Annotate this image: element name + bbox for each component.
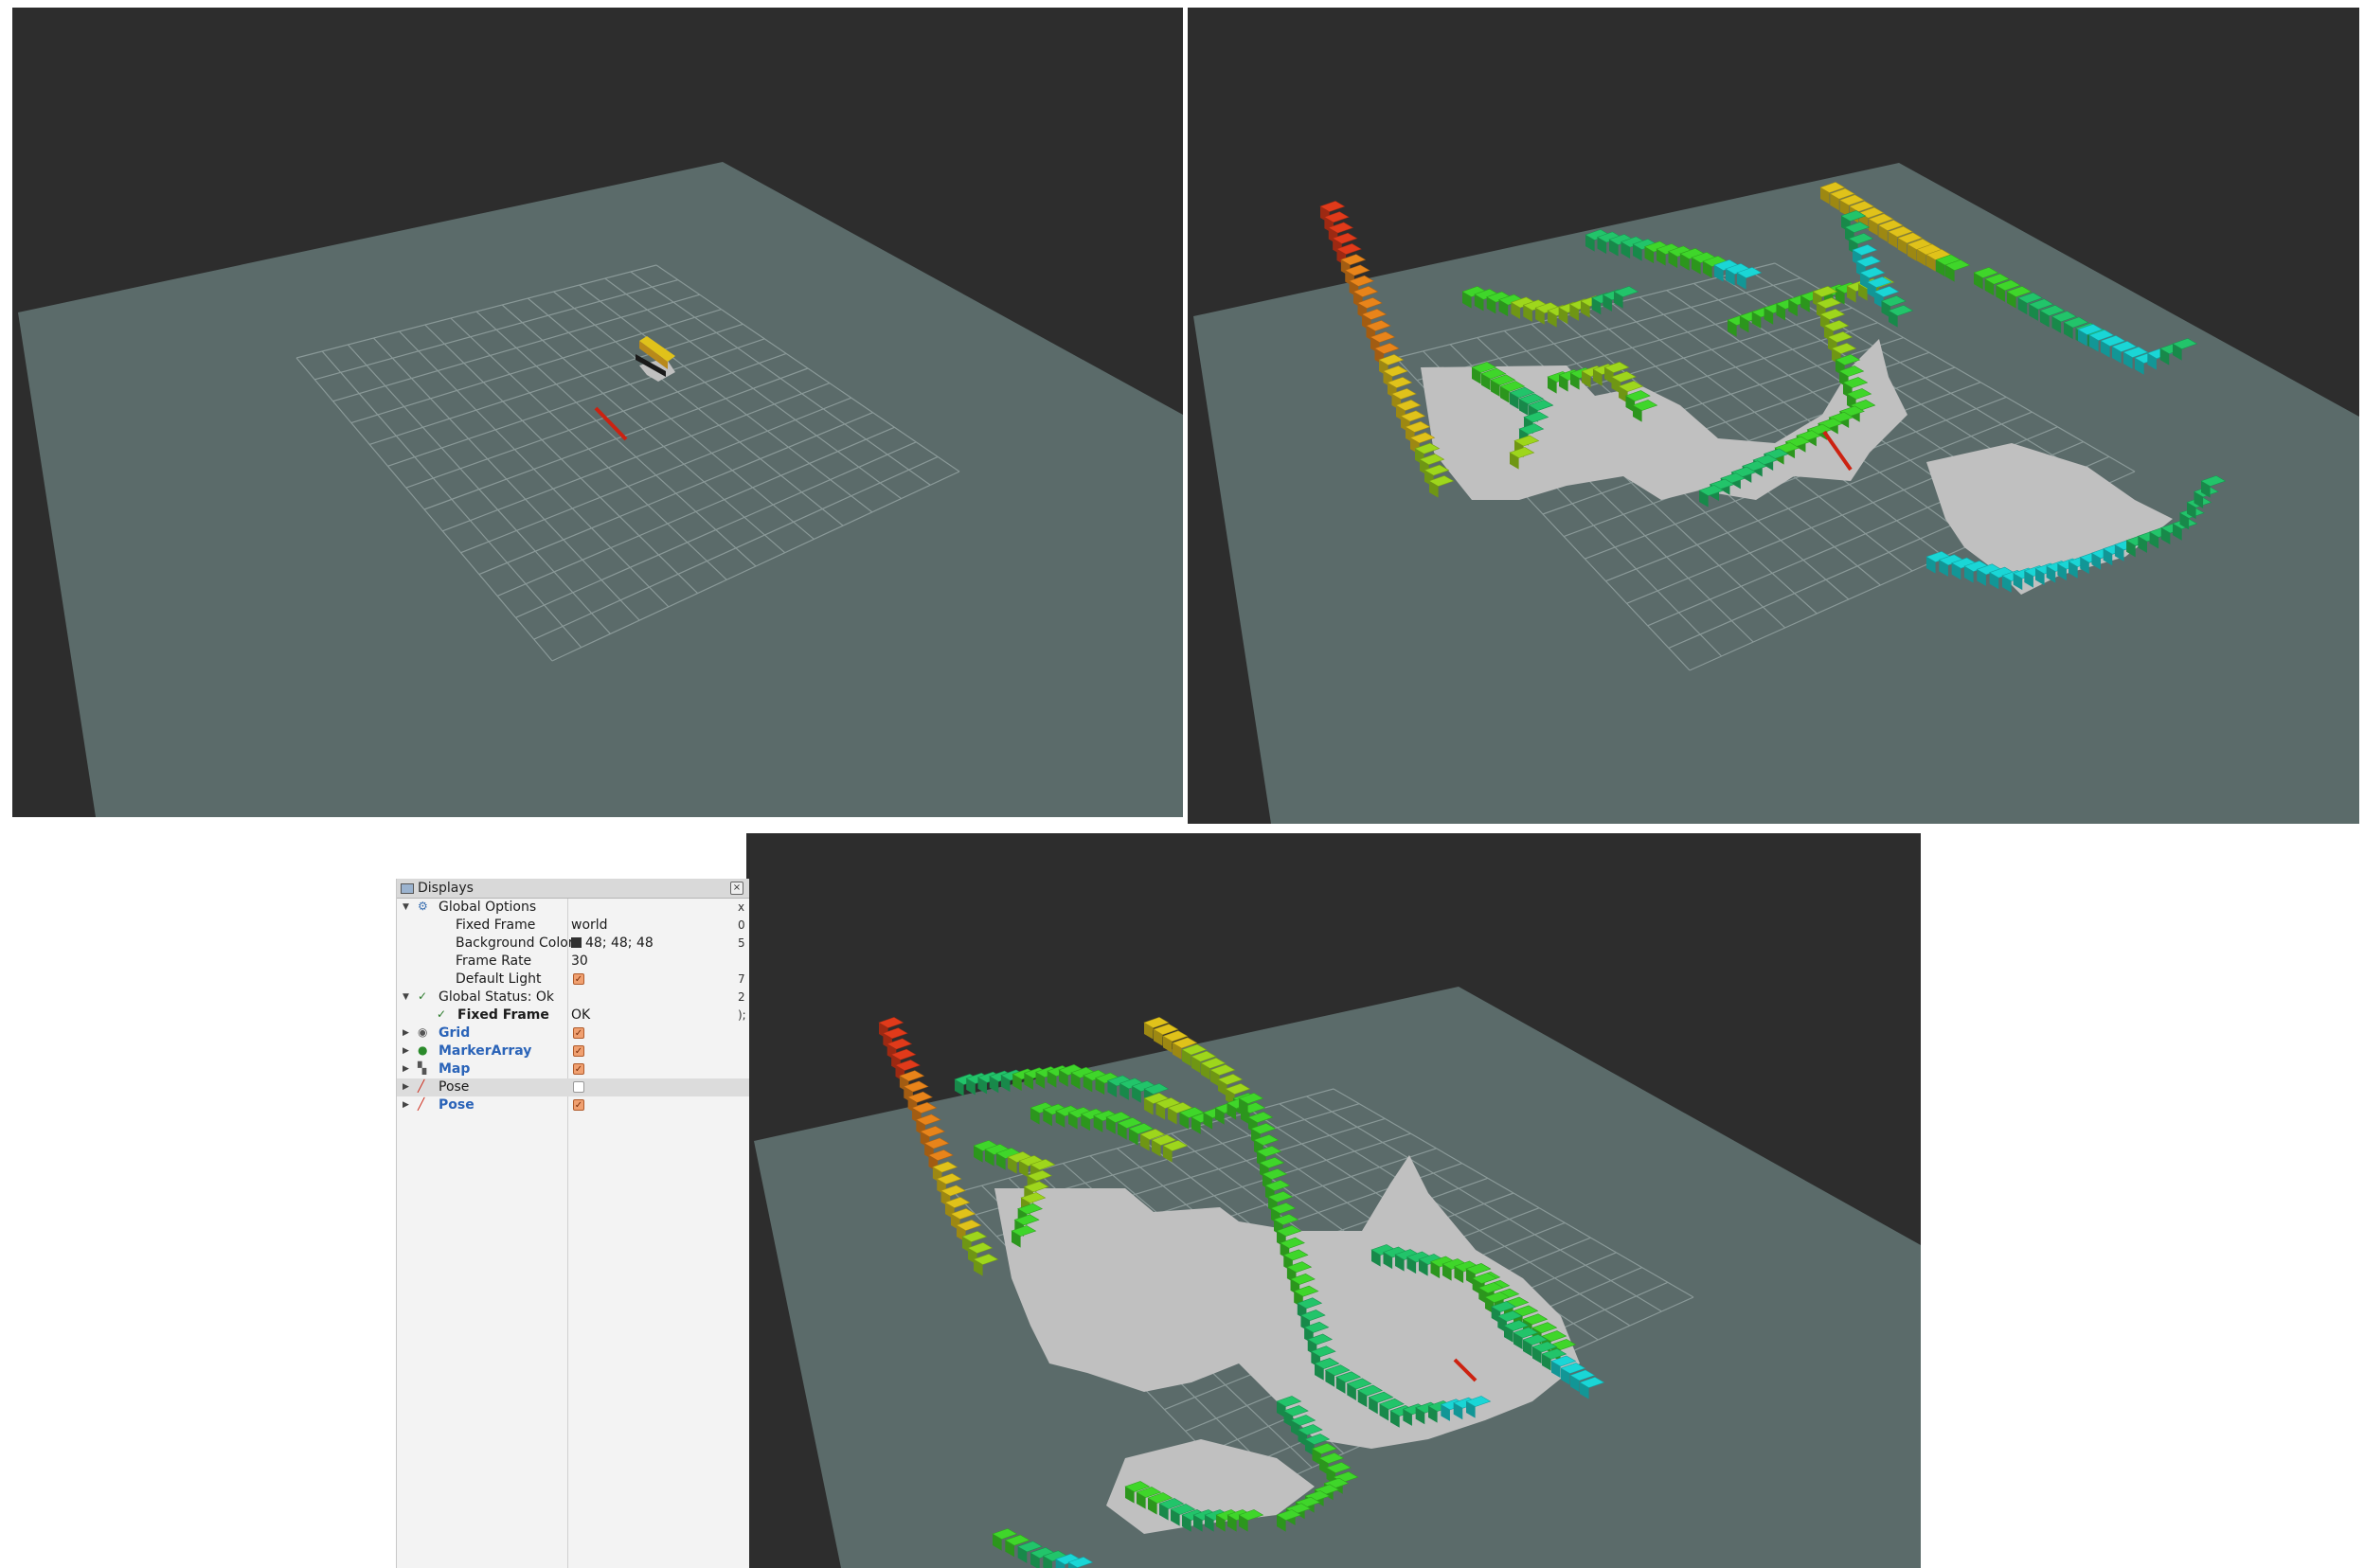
- ground-plane: [1193, 163, 2359, 824]
- tree-row-label: MarkerArray: [439, 1043, 532, 1059]
- displays-panel: Displays × ▼ ⚙ Global Options Fixed Frame wo…: [396, 879, 749, 1568]
- tree-row-label: Grid: [439, 1025, 471, 1041]
- tree-row-marker-array[interactable]: ▶ ● MarkerArray ✓: [397, 1042, 749, 1060]
- enable-checkbox[interactable]: ✓: [573, 1099, 584, 1111]
- rviz-3d-view-initial[interactable]: [12, 8, 1183, 817]
- pose-arrow-icon: ╱: [418, 1097, 425, 1111]
- monitor-icon: [401, 882, 414, 894]
- enable-checkbox[interactable]: ✓: [573, 1045, 584, 1057]
- tree-row-label: Frame Rate: [456, 953, 532, 969]
- tree-row-label: Default Light: [456, 971, 542, 987]
- displays-titlebar: Displays ×: [397, 879, 749, 899]
- tree-row-global-status[interactable]: ▼ ✓ Global Status: Ok: [397, 989, 749, 1007]
- tree-row-label: Pose: [439, 1097, 475, 1113]
- scene-svg: [1193, 163, 2359, 824]
- clipped-char: );: [738, 1008, 746, 1022]
- expand-arrow-icon[interactable]: ▶: [403, 1096, 409, 1114]
- map-icon: ▚: [418, 1061, 427, 1075]
- clipped-char: 2: [738, 990, 745, 1004]
- tree-row-value-cell: 30: [571, 953, 588, 971]
- tree-row-label: Map: [439, 1061, 471, 1077]
- tree-row-value-cell: OK: [571, 1007, 590, 1025]
- marker-array-icon: ●: [418, 1043, 428, 1057]
- enable-checkbox[interactable]: ✓: [573, 973, 584, 985]
- displays-tree: ▼ ⚙ Global Options Fixed Frame world Backgrou…: [397, 899, 749, 1114]
- rviz-3d-view-partial-map[interactable]: [1188, 8, 2359, 824]
- tree-row-value[interactable]: 30: [571, 953, 588, 969]
- collapse-arrow-icon[interactable]: ▼: [403, 899, 409, 917]
- tree-row-label: Global Options: [439, 900, 537, 915]
- tree-row-label: Fixed Frame: [457, 1007, 549, 1023]
- clipped-char: 0: [738, 918, 745, 932]
- expand-arrow-icon[interactable]: ▶: [403, 1060, 409, 1078]
- clipped-adjacent-panel: x 0 5 7 2);: [738, 899, 749, 1025]
- rviz-3d-view-full-map[interactable]: [746, 833, 1921, 1568]
- enable-checkbox[interactable]: ✓: [573, 1027, 584, 1039]
- tree-row-grid[interactable]: ▶ ◉ Grid ✓: [397, 1025, 749, 1042]
- checkmark-icon: ✓: [418, 989, 428, 1003]
- scene-svg: [754, 987, 1921, 1568]
- tree-row-label: Fixed Frame: [456, 918, 536, 933]
- tree-row-value-cell: world: [571, 917, 608, 935]
- tree-row-label: Pose: [439, 1079, 470, 1095]
- gear-icon: ⚙: [418, 900, 428, 913]
- collapse-arrow-icon[interactable]: ▼: [403, 989, 409, 1007]
- tree-row-value-cell: 48; 48; 48: [571, 935, 654, 953]
- enable-checkbox[interactable]: ✓: [573, 1063, 584, 1075]
- tree-row-default-light[interactable]: Default Light ✓: [397, 971, 749, 989]
- tree-row-value[interactable]: 48; 48; 48: [585, 935, 654, 951]
- tree-row-pose[interactable]: ▶ ╱ Pose ✓: [397, 1096, 749, 1114]
- clipped-char: x: [738, 900, 745, 914]
- ground-plane: [18, 162, 1183, 817]
- tree-row-fixed-frame-status[interactable]: ✓ Fixed Frame OK: [397, 1007, 749, 1025]
- tree-row-map[interactable]: ▶ ▚ Map ✓: [397, 1060, 749, 1078]
- tree-row-background-color[interactable]: Background Color 48; 48; 48: [397, 935, 749, 953]
- tree-row-pose-disabled[interactable]: ▶ ╱ Pose: [397, 1078, 749, 1096]
- tree-row-label: Background Color: [456, 935, 574, 951]
- enable-checkbox[interactable]: [573, 1081, 584, 1093]
- color-swatch[interactable]: [571, 937, 582, 948]
- displays-title: Displays: [418, 881, 474, 896]
- expand-arrow-icon[interactable]: ▶: [403, 1025, 409, 1042]
- checkmark-icon: ✓: [437, 1007, 447, 1021]
- tree-row-fixed-frame[interactable]: Fixed Frame world: [397, 917, 749, 935]
- expand-arrow-icon[interactable]: ▶: [403, 1078, 409, 1096]
- clipped-char: 7: [738, 972, 745, 986]
- grid-icon: ◉: [418, 1025, 428, 1039]
- tree-row-label: Global Status: Ok: [439, 989, 555, 1005]
- scene-svg: [18, 162, 1183, 817]
- expand-arrow-icon[interactable]: ▶: [403, 1042, 409, 1060]
- tree-row-frame-rate[interactable]: Frame Rate 30: [397, 953, 749, 971]
- clipped-char: 5: [738, 936, 745, 950]
- tree-row-value[interactable]: world: [571, 918, 608, 933]
- pose-arrow-icon: ╱: [418, 1079, 425, 1093]
- tree-row-global-options[interactable]: ▼ ⚙ Global Options: [397, 899, 749, 917]
- tree-row-value: OK: [571, 1007, 591, 1023]
- clipped-char: [738, 953, 749, 971]
- close-button[interactable]: ×: [730, 882, 743, 895]
